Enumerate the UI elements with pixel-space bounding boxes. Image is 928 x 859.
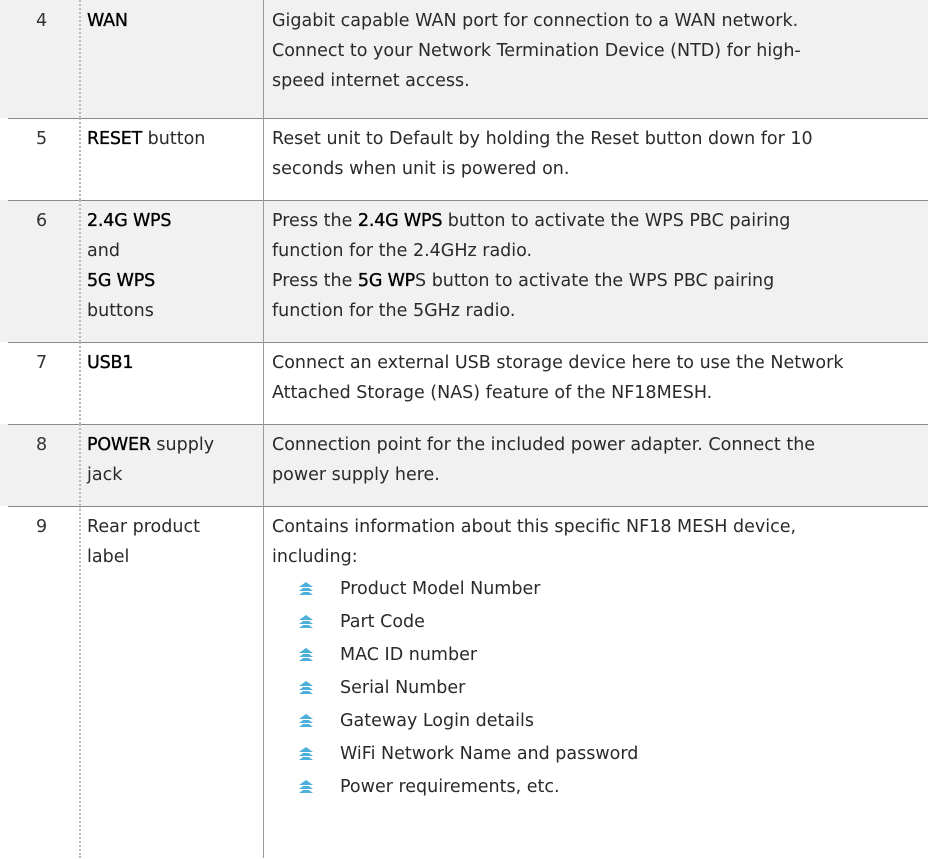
description-line: seconds when unit is powered on. (272, 159, 570, 179)
component-description: Press the 2.4G WPS button to activate th… (263, 200, 928, 342)
layered-arrow-bullet-icon (299, 647, 313, 661)
bullet-text: Gateway Login details (340, 710, 534, 731)
list-item: Gateway Login details (272, 704, 924, 737)
description-line: Reset unit to Default by holding the Res… (272, 129, 813, 149)
description-line: Connect an external USB storage device h… (272, 353, 844, 373)
table-row-wan: 4 WAN Gigabit capable WAN port for conne… (0, 0, 928, 118)
description-line: power supply here. (272, 465, 440, 485)
row-number: 9 (36, 517, 48, 537)
info-bullet-list: Product Model Number Part Code MAC ID nu… (272, 572, 924, 803)
description-line: Contains information about this specific… (272, 517, 797, 537)
component-name-rest: and (87, 241, 120, 261)
row-number: 4 (36, 11, 48, 31)
row-number: 5 (36, 129, 48, 149)
list-item: Part Code (272, 605, 924, 638)
layered-arrow-bullet-icon (299, 614, 313, 628)
component-name: 2.4G WPS and 5G WPS buttons (79, 200, 263, 342)
component-name-bold: WAN (87, 11, 128, 31)
row-number: 6 (36, 211, 48, 231)
component-name-bold: POWER (87, 435, 151, 455)
row-number: 8 (36, 435, 48, 455)
component-name-rest: button (142, 129, 206, 149)
bullet-text: Part Code (340, 611, 425, 632)
description-text: button to activate the WPS PBC pairing (442, 211, 791, 231)
layered-arrow-bullet-icon (299, 581, 313, 595)
description-keyword: 5G WP (357, 271, 416, 291)
component-name: RESET button (79, 118, 263, 200)
component-name-rest: jack (87, 465, 123, 485)
component-name-bold: USB1 (87, 353, 134, 373)
table-row-label: 9 Rear product label Contains informatio… (0, 506, 928, 858)
component-name: WAN (79, 0, 263, 118)
component-name: USB1 (79, 342, 263, 424)
component-name-rest: buttons (87, 301, 154, 321)
layered-arrow-bullet-icon (299, 680, 313, 694)
list-item: Serial Number (272, 671, 924, 704)
bullet-text: Serial Number (340, 677, 466, 698)
component-description: Reset unit to Default by holding the Res… (263, 118, 928, 200)
description-line: function for the 5GHz radio. (272, 301, 516, 321)
description-text: S button to activate the WPS PBC pairing (415, 271, 775, 291)
row-number: 7 (36, 353, 48, 373)
list-item: WiFi Network Name and password (272, 737, 924, 770)
list-item: Power requirements, etc. (272, 770, 924, 803)
component-name: Rear product label (79, 506, 263, 858)
component-name-line: label (87, 547, 130, 567)
component-description: Connection point for the included power … (263, 424, 928, 506)
component-name-bold: 2.4G WPS (87, 211, 172, 231)
description-line: including: (272, 547, 358, 567)
component-name-bold: RESET (87, 129, 143, 149)
list-item: Product Model Number (272, 572, 924, 605)
port-description-table: 4 WAN Gigabit capable WAN port for conne… (0, 0, 928, 858)
description-keyword: 2.4G WPS (357, 211, 443, 231)
layered-arrow-bullet-icon (299, 713, 313, 727)
layered-arrow-bullet-icon (299, 779, 313, 793)
table-row-wps: 6 2.4G WPS and 5G WPS buttons Press the … (0, 200, 928, 342)
description-text: Press the (272, 211, 358, 231)
description-line: Press the 5G WPS button to activate the … (272, 266, 924, 296)
bullet-text: Product Model Number (340, 578, 541, 599)
component-name: POWER supply jack (79, 424, 263, 506)
description-line: Attached Storage (NAS) feature of the NF… (272, 383, 713, 403)
bullet-text: WiFi Network Name and password (340, 743, 639, 764)
component-description: Gigabit capable WAN port for connection … (263, 0, 928, 118)
description-line: function for the 2.4GHz radio. (272, 241, 533, 261)
component-description: Contains information about this specific… (263, 506, 928, 858)
component-name-line: Rear product (87, 517, 200, 537)
component-name-bold: 5G WPS (87, 271, 156, 291)
description-line: speed internet access. (272, 71, 470, 91)
description-text: Press the (272, 271, 358, 291)
description-line: Press the 2.4G WPS button to activate th… (272, 206, 924, 236)
table-row-power: 8 POWER supply jack Connection point for… (0, 424, 928, 506)
table-row-reset: 5 RESET button Reset unit to Default by … (0, 118, 928, 200)
description-line: Connection point for the included power … (272, 435, 816, 455)
description-line: Connect to your Network Termination Devi… (272, 41, 801, 61)
component-name-rest: supply (150, 435, 215, 455)
bullet-text: MAC ID number (340, 644, 478, 665)
table-row-usb: 7 USB1 Connect an external USB storage d… (0, 342, 928, 424)
bullet-text: Power requirements, etc. (340, 776, 560, 797)
component-description: Connect an external USB storage device h… (263, 342, 928, 424)
description-line: Gigabit capable WAN port for connection … (272, 11, 799, 31)
list-item: MAC ID number (272, 638, 924, 671)
layered-arrow-bullet-icon (299, 746, 313, 760)
